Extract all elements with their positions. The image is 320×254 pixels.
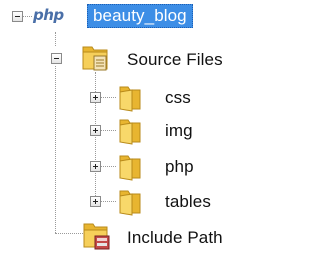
- folder-label[interactable]: css: [165, 87, 191, 109]
- folder-icon: [119, 190, 141, 216]
- folder-label[interactable]: img: [165, 120, 193, 142]
- folder-icon: [119, 86, 141, 112]
- expand-toggle[interactable]: [90, 125, 101, 136]
- folder-label[interactable]: php: [165, 156, 194, 178]
- folder-icon: [119, 119, 141, 145]
- expand-toggle[interactable]: [90, 196, 101, 207]
- project-name-label[interactable]: beauty_blog: [87, 4, 193, 28]
- source-files-label[interactable]: Source Files: [127, 49, 223, 71]
- tree-guide-line: [55, 66, 56, 233]
- tree-guide-line: [100, 201, 116, 202]
- collapse-toggle[interactable]: [51, 53, 62, 64]
- tree-guide-line: [100, 130, 116, 131]
- folder-icon: [119, 155, 141, 181]
- project-tree: php beauty_blog Source Files css img php…: [0, 0, 249, 254]
- expand-toggle[interactable]: [90, 92, 101, 103]
- tree-guide-line: [22, 16, 32, 17]
- collapse-toggle[interactable]: [12, 11, 23, 22]
- folder-label[interactable]: tables: [165, 191, 211, 213]
- include-path-label[interactable]: Include Path: [127, 227, 223, 249]
- tree-guide-line: [55, 32, 56, 46]
- php-logo-icon: php: [33, 6, 64, 24]
- expand-toggle[interactable]: [90, 161, 101, 172]
- tree-guide-line: [100, 97, 116, 98]
- library-folder-icon: [83, 223, 110, 250]
- tree-guide-line: [100, 166, 116, 167]
- tree-guide-line: [55, 233, 83, 234]
- source-folder-icon: [82, 46, 108, 71]
